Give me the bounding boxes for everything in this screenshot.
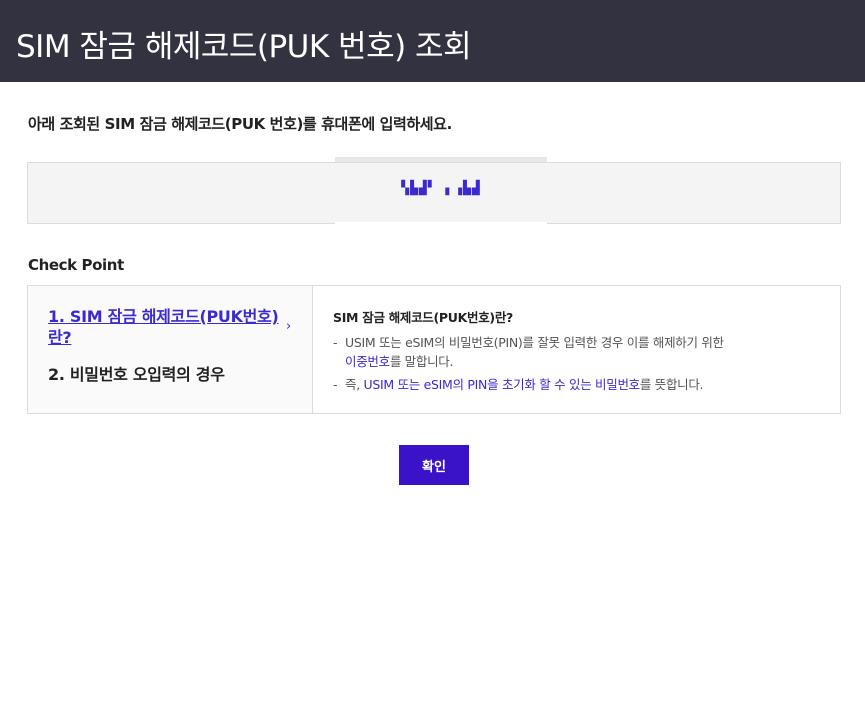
bullet2-tail: 를 뜻합니다. bbox=[639, 377, 704, 392]
checkpoint-detail: SIM 잠금 해제코드(PUK번호)란? - USIM 또는 eSIM의 비밀번… bbox=[333, 286, 833, 413]
nav-item-puk-definition[interactable]: 1. SIM 잠금 해제코드(PUK번호)란? bbox=[48, 306, 288, 348]
confirm-button[interactable]: 확인 bbox=[399, 445, 469, 485]
puk-code-value: ▚▙▟▘ ▖▗▙▟ bbox=[401, 181, 481, 196]
page-title: SIM 잠금 해제코드(PUK 번호) 조회 bbox=[16, 29, 472, 65]
bullet1-tail: 를 말합니다. bbox=[389, 354, 454, 369]
page-header: SIM 잠금 해제코드(PUK 번호) 조회 bbox=[0, 0, 865, 82]
checkpoint-panel: 1. SIM 잠금 해제코드(PUK번호)란? › 2. 비밀번호 오입력의 경… bbox=[27, 285, 841, 414]
checkpoint-nav: 1. SIM 잠금 해제코드(PUK번호)란? › 2. 비밀번호 오입력의 경… bbox=[28, 286, 313, 413]
bullet-dash: - bbox=[333, 377, 338, 392]
bullet2-prefix: 즉, bbox=[345, 377, 364, 392]
bullet-dash: - bbox=[333, 335, 338, 350]
detail-title: SIM 잠금 해제코드(PUK번호)란? bbox=[333, 310, 513, 325]
bullet1-line1: USIM 또는 eSIM의 비밀번호(PIN)를 잘못 입력한 경우 이를 해제… bbox=[345, 335, 724, 350]
bullet2-highlight: USIM 또는 eSIM의 PIN을 초기화 할 수 있는 비밀번호 bbox=[363, 377, 641, 392]
chevron-right-icon: › bbox=[286, 319, 292, 334]
checkpoint-title: Check Point bbox=[28, 256, 124, 274]
nav-item-password-error[interactable]: 2. 비밀번호 오입력의 경우 bbox=[48, 361, 298, 385]
bullet1-highlight: 이중번호 bbox=[345, 354, 390, 369]
instruction-text: 아래 조회된 SIM 잠금 해제코드(PUK 번호)를 휴대폰에 입력하세요. bbox=[28, 115, 452, 133]
